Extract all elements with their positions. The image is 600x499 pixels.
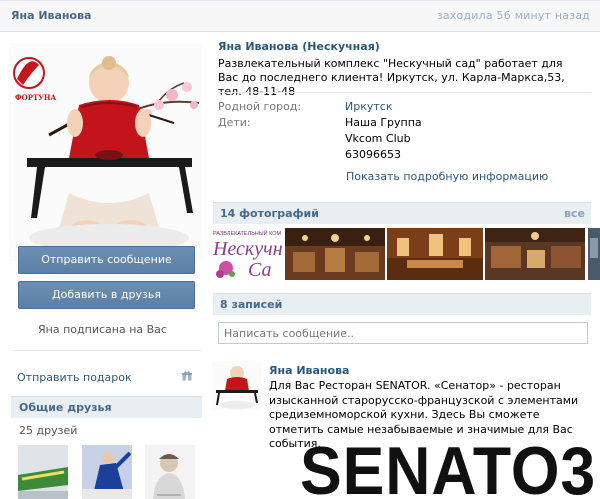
info-row-children: Дети: Наша Группа Vkcom Club 63096653: [218, 116, 422, 161]
photo-thumbnail[interactable]: [285, 228, 385, 280]
common-friends-title: Общие друзья: [19, 401, 112, 414]
profile-photo-image: ФОРТУНА: [9, 43, 202, 261]
friend-avatar[interactable]: [18, 445, 68, 499]
photo-thumbnail[interactable]: РАЗВЛЕКАТЕЛЬНЫЙ КОМ Нескучны Са: [212, 228, 282, 280]
friend-avatar[interactable]: [145, 445, 195, 499]
thumbnail-caption-sub: Са: [248, 259, 271, 280]
photos-title: 14 фотографий: [220, 207, 319, 220]
send-gift-link[interactable]: Отправить подарок: [17, 371, 132, 384]
post-text: Для Вас Ресторан SENATOR. «Сенатор» - ре…: [269, 379, 579, 450]
compose-input[interactable]: [219, 323, 587, 343]
post-author-avatar[interactable]: [212, 361, 261, 410]
compose-box[interactable]: [218, 322, 588, 344]
info-value: 63096653: [345, 148, 401, 161]
divider: [11, 350, 202, 351]
wall-title: 8 записей: [220, 298, 283, 311]
show-more-info-link[interactable]: Показать подробную информацию: [346, 170, 548, 183]
info-label: Родной город:: [218, 100, 302, 113]
thumbnail-caption-top: РАЗВЛЕКАТЕЛЬНЫЙ КОМ: [213, 229, 282, 237]
page-title: Яна Иванова (Нескучная): [218, 40, 380, 53]
header-user-name[interactable]: Яна Иванова: [11, 9, 91, 22]
info-row-hometown: Родной город: Иркутск: [218, 100, 392, 113]
friends-count[interactable]: 25 друзей: [19, 424, 77, 437]
info-value: Наша Группа: [345, 116, 422, 129]
left-column: ФОРТУНА Отправить сообщение Добавить в д…: [0, 32, 205, 499]
add-friend-button[interactable]: Добавить в друзья: [18, 281, 195, 309]
fortuna-logo-text: ФОРТУНА: [15, 93, 57, 102]
subscribed-note[interactable]: Яна подписана на Вас: [0, 323, 205, 336]
hometown-link[interactable]: Иркутск: [345, 100, 392, 113]
photo-thumbnail[interactable]: [485, 228, 585, 280]
send-message-button[interactable]: Отправить сообщение: [18, 246, 195, 274]
divider: [218, 92, 591, 93]
common-friends-header[interactable]: Общие друзья: [11, 396, 202, 418]
wall-header[interactable]: 8 записей: [213, 293, 591, 315]
profile-header: Яна Иванова заходила 56 минут назад: [0, 0, 600, 32]
photo-thumbnail[interactable]: [387, 228, 483, 280]
photos-all-link[interactable]: все: [564, 207, 585, 220]
thumbnail-caption-main: Нескучны: [212, 238, 282, 260]
info-label: Дети:: [218, 116, 251, 129]
info-value: Vkcom Club: [345, 132, 411, 145]
profile-photo[interactable]: ФОРТУНА: [9, 43, 202, 261]
senator-logo-image[interactable]: SENATO3: [300, 443, 596, 499]
photos-header[interactable]: 14 фотографий все: [213, 202, 591, 224]
gift-icon[interactable]: [182, 371, 192, 381]
last-seen-status: заходила 56 минут назад: [436, 9, 590, 22]
photo-thumbnail[interactable]: [588, 228, 600, 280]
friend-avatar[interactable]: [82, 445, 132, 499]
post-author-name[interactable]: Яна Иванова: [269, 364, 349, 377]
right-column: Яна Иванова (Нескучная) Развлекательный …: [205, 32, 600, 499]
